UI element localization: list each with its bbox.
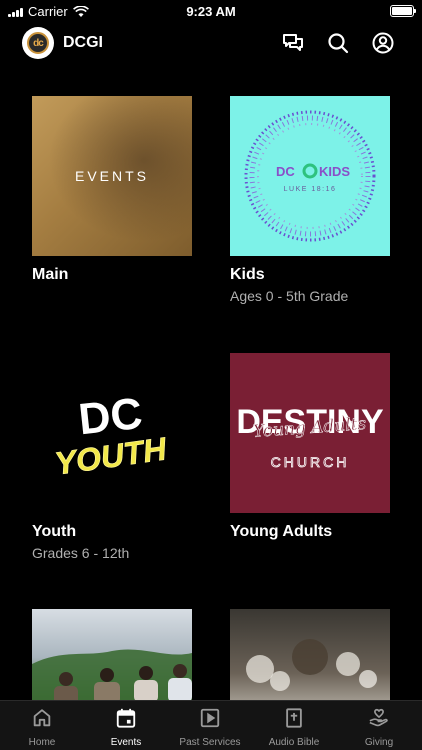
battery-icon <box>390 5 416 17</box>
play-icon <box>200 708 220 728</box>
card-subtitle: Ages 0 - 5th Grade <box>230 288 349 304</box>
card-subtitle: Grades 6 - 12th <box>32 545 130 561</box>
group-card-young-adults[interactable]: DESTINY Young Adults CHURCH Young Adults <box>230 353 390 541</box>
ya-logo-church: CHURCH <box>271 454 350 470</box>
status-bar: Carrier 9:23 AM <box>0 0 422 22</box>
youth-image: DC YOUTH <box>32 353 192 513</box>
tab-label: Audio Bible <box>268 737 320 748</box>
card-title: Youth <box>32 523 77 540</box>
kids-logo: DC KIDS LUKE 18:16 <box>244 110 376 242</box>
group-card-kids[interactable]: DC KIDS LUKE 18:16 Kids Ages 0 - 5th Gra… <box>230 96 390 304</box>
young-adults-image: DESTINY Young Adults CHURCH <box>230 353 390 513</box>
group-card-main[interactable]: EVENTS Main <box>32 96 192 284</box>
app-logo[interactable]: dc <box>22 27 54 59</box>
youth-logo: DC YOUTH <box>52 389 170 482</box>
search-icon[interactable] <box>326 31 350 55</box>
account-icon[interactable] <box>371 31 395 55</box>
tab-bar: Home Events Past Services Audio Bible Gi… <box>0 700 422 750</box>
card-title: Young Adults <box>230 523 333 540</box>
tab-label: Past Services <box>179 737 241 748</box>
kids-logo-kids: KIDS <box>319 164 350 179</box>
tab-events[interactable]: Events <box>84 707 168 748</box>
tab-label: Home <box>28 737 56 748</box>
logo-mark: dc <box>27 32 49 54</box>
app-title: DCGI <box>63 34 103 51</box>
tab-home[interactable]: Home <box>0 707 84 748</box>
tab-label: Giving <box>364 737 394 748</box>
young-adults-logo: DESTINY Young Adults CHURCH <box>236 403 384 470</box>
bible-icon <box>286 708 302 728</box>
kids-image: DC KIDS LUKE 18:16 <box>230 96 390 256</box>
group-card-youth[interactable]: DC YOUTH Youth Grades 6 - 12th <box>32 353 192 561</box>
kids-logo-dc: DC <box>276 164 295 179</box>
tab-giving[interactable]: Giving <box>337 707 421 748</box>
events-image-text: EVENTS <box>74 168 149 184</box>
tab-past-services[interactable]: Past Services <box>168 707 252 748</box>
tab-label: Events <box>110 737 142 748</box>
home-icon <box>33 709 51 727</box>
card-title: Main <box>32 266 69 283</box>
calendar-icon <box>116 708 136 728</box>
youth-logo-youth: YOUTH <box>53 430 170 481</box>
status-time: 9:23 AM <box>186 4 236 19</box>
kids-logo-verse: LUKE 18:16 <box>284 186 337 193</box>
card-title: Kids <box>230 266 265 283</box>
events-image: EVENTS <box>32 96 192 256</box>
app-header: dc DCGI <box>0 26 422 62</box>
giving-icon <box>369 708 388 727</box>
chat-icon[interactable] <box>281 31 305 55</box>
tab-audio-bible[interactable]: Audio Bible <box>252 707 336 748</box>
